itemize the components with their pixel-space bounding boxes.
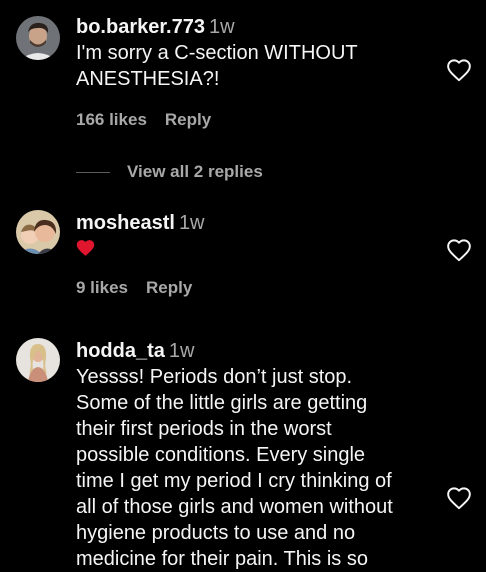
comment-text: I'm sorry a C-section WITHOUT ANESTHESIA… [76, 42, 358, 90]
avatar-photo [16, 338, 60, 382]
user-avatar[interactable] [16, 16, 60, 60]
comment-timestamp: 1w [168, 340, 195, 362]
reply-button[interactable]: Reply [146, 278, 192, 297]
likes-count[interactable]: 9 likes [76, 278, 128, 297]
comment-timestamp: 1w [208, 16, 235, 38]
red-heart-emoji [76, 240, 95, 256]
comment-actions: 166 likes Reply [76, 110, 211, 130]
likes-count[interactable]: 166 likes [76, 110, 147, 129]
comment-text: Yessss! Periods don’t just stop. Some of… [76, 366, 393, 570]
comment-username[interactable]: bo.barker.773 [76, 16, 205, 38]
comment-timestamp: 1w [178, 212, 205, 234]
avatar-photo [16, 16, 60, 60]
like-heart-icon[interactable] [446, 486, 472, 512]
reply-button[interactable]: Reply [165, 110, 211, 129]
view-replies-label: View all 2 replies [127, 162, 263, 181]
comment-username[interactable]: mosheastl [76, 212, 175, 234]
replies-divider-line [76, 171, 110, 173]
user-avatar[interactable] [16, 210, 60, 254]
comment-actions: 9 likes Reply [76, 278, 192, 298]
view-replies-button[interactable]: View all 2 replies [76, 161, 263, 183]
user-avatar[interactable] [16, 338, 60, 382]
like-heart-icon[interactable] [446, 58, 472, 84]
avatar-photo [16, 210, 60, 254]
like-heart-icon[interactable] [446, 238, 472, 264]
comment-username[interactable]: hodda_ta [76, 340, 165, 362]
